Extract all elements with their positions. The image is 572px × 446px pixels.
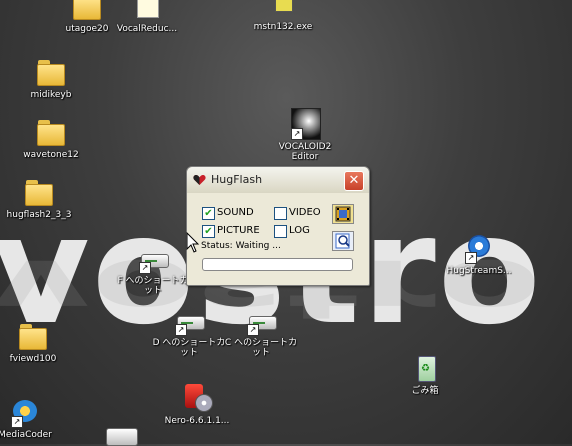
- icon-label: MediaCoder: [0, 430, 52, 440]
- close-button[interactable]: ✕: [344, 171, 364, 191]
- shortcut-arrow-icon: ↗: [247, 324, 259, 336]
- title-bar[interactable]: HugFlash ✕: [187, 167, 369, 193]
- desktop-icon-c-shortcut[interactable]: ↗ C へのショートカット: [222, 304, 300, 358]
- icon-label: HugStreamS...: [446, 266, 512, 276]
- shortcut-arrow-icon: ↗: [465, 252, 477, 264]
- picture-label: PICTURE: [217, 225, 260, 236]
- desktop-icon-f-shortcut[interactable]: ↗ F へのショートカット: [114, 242, 192, 296]
- shortcut-arrow-icon: ↗: [139, 262, 151, 274]
- icon-label: wavetone12: [23, 150, 79, 160]
- picture-checkbox[interactable]: ✔: [202, 225, 215, 238]
- desktop-icon-vocalreduc[interactable]: VocalReduc...: [108, 0, 186, 34]
- window-title: HugFlash: [211, 173, 263, 186]
- desktop-icon-d-shortcut[interactable]: ↗ D へのショートカット: [150, 304, 228, 358]
- icon-label: F へのショートカット: [117, 276, 189, 296]
- view-log-button[interactable]: [332, 231, 354, 251]
- recycle-bin-icon: ♻: [409, 352, 441, 384]
- video-checkbox[interactable]: [274, 207, 287, 220]
- icon-label: VOCALOID2 Editor: [278, 142, 332, 162]
- mouse-cursor-icon: [186, 232, 200, 253]
- desktop-icon-recycle-bin[interactable]: ♻ ごみ箱: [386, 352, 464, 396]
- folder-icon: [23, 176, 55, 208]
- shortcut-arrow-icon: ↗: [291, 128, 303, 140]
- magnifier-icon: [335, 233, 350, 249]
- desktop-icon-hugflash2-3-3[interactable]: hugflash2_3_3: [0, 176, 78, 220]
- drive-icon: ↗: [173, 304, 205, 336]
- partial-drive-icon[interactable]: [106, 428, 138, 446]
- hugflash-window[interactable]: HugFlash ✕ ✔ SOUND VIDEO ✔ PICTURE LOG S…: [186, 166, 370, 286]
- sound-label: SOUND: [217, 207, 254, 218]
- status-text: Status: Waiting ...: [201, 241, 281, 251]
- shortcut-arrow-icon: ↗: [11, 416, 23, 428]
- video-label: VIDEO: [289, 207, 321, 218]
- icon-label: fviewd100: [9, 354, 57, 364]
- folder-icon: [35, 116, 67, 148]
- icon-label: midikeyb: [30, 90, 72, 100]
- icon-label: mstn132.exe: [253, 22, 313, 32]
- icon-label: VocalReduc...: [116, 24, 178, 34]
- desktop-icon-midikeyb[interactable]: midikeyb: [12, 56, 90, 100]
- exe-icon: [267, 0, 299, 20]
- media-player-icon: ↗: [463, 232, 495, 264]
- drive-icon: ↗: [245, 304, 277, 336]
- progress-bar: [202, 258, 353, 271]
- heart-icon: [193, 174, 206, 185]
- desktop-icon-hugstream[interactable]: ↗ HugStreamS...: [440, 232, 518, 276]
- icon-label: hugflash2_3_3: [6, 210, 72, 220]
- app-icon: [131, 0, 163, 22]
- desktop-icon-wavetone12[interactable]: wavetone12: [12, 116, 90, 160]
- film-settings-button[interactable]: [332, 204, 354, 224]
- folder-icon: [71, 0, 103, 22]
- folder-icon: [17, 320, 49, 352]
- desktop-icon-vocaloid2-editor[interactable]: ↗ VOCALOID2 Editor: [266, 108, 344, 162]
- drive-icon: ↗: [137, 242, 169, 274]
- log-label: LOG: [289, 225, 310, 236]
- shortcut-arrow-icon: ↗: [175, 324, 187, 336]
- desktop-icon-fviewd100[interactable]: fviewd100: [0, 320, 72, 364]
- film-icon: [335, 206, 351, 222]
- desktop-icon-mstn132[interactable]: mstn132.exe: [244, 0, 322, 32]
- sound-checkbox[interactable]: ✔: [202, 207, 215, 220]
- mediacoder-icon: ↗: [9, 396, 41, 428]
- desktop-icon-mediacoder[interactable]: ↗ MediaCoder: [0, 396, 64, 440]
- log-checkbox[interactable]: [274, 225, 287, 238]
- icon-label: C へのショートカット: [224, 338, 298, 358]
- icon-label: D へのショートカット: [152, 338, 226, 358]
- folder-icon: [35, 56, 67, 88]
- desktop-icon-nero[interactable]: Nero-6.6.1.1...: [158, 382, 236, 426]
- icon-label: ごみ箱: [411, 386, 439, 396]
- icon-label: Nero-6.6.1.1...: [164, 416, 230, 426]
- nero-icon: [181, 382, 213, 414]
- vocaloid-icon: ↗: [289, 108, 321, 140]
